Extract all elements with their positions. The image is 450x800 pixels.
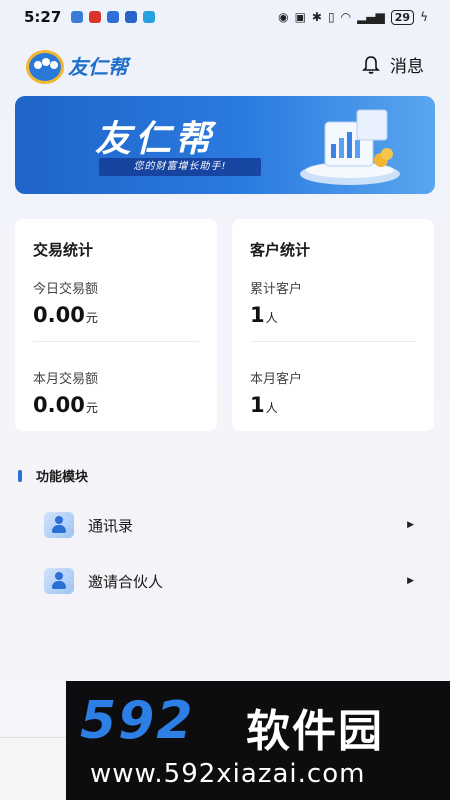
wifi-icon: ◠ bbox=[340, 10, 352, 24]
logo-text: 友仁帮 bbox=[68, 55, 128, 79]
month-customers-number: 1 bbox=[250, 393, 265, 417]
battery-icon: 29 bbox=[390, 9, 415, 25]
chevron-right-icon: ▶ bbox=[407, 576, 414, 586]
notification-app-icon bbox=[89, 11, 102, 23]
month-amount-value: 0.00元 bbox=[33, 393, 199, 417]
banner-title: 友仁帮 bbox=[95, 118, 216, 160]
card-title: 客户统计 bbox=[250, 241, 311, 259]
watermark-url: www.592xiazai.com bbox=[90, 759, 366, 789]
month-amount-label: 本月交易额 bbox=[33, 372, 99, 387]
person-unit: 人 bbox=[265, 311, 278, 325]
banner-subtitle: 您的财富增长助手! bbox=[99, 158, 261, 176]
charging-icon: ϟ bbox=[420, 10, 428, 24]
section-title: 功能模块 bbox=[36, 470, 89, 485]
currency-unit: 元 bbox=[85, 401, 98, 415]
function-item-invite-partner[interactable]: 邀请合伙人 ▶ bbox=[44, 566, 414, 596]
messages-button[interactable]: 消息 bbox=[362, 52, 424, 77]
transaction-stats-card: 交易统计 今日交易额 0.00元 本月交易额 0.00元 bbox=[15, 219, 217, 431]
notification-icons bbox=[71, 11, 156, 23]
total-customers-number: 1 bbox=[250, 303, 265, 327]
month-customers-value: 1人 bbox=[250, 393, 416, 417]
logo-people-icon bbox=[26, 50, 64, 84]
person-unit: 人 bbox=[265, 401, 278, 415]
app-header: 友仁帮 消息 bbox=[0, 44, 450, 88]
finance-illustration-icon bbox=[300, 109, 400, 185]
today-amount-number: 0.00 bbox=[33, 303, 85, 327]
status-indicators: ◉ ▣ ✱ ▯ ◠ ▂▄▆ 29 ϟ bbox=[278, 9, 428, 25]
today-amount-value: 0.00元 bbox=[33, 303, 199, 327]
watermark-name: 软件园 bbox=[246, 706, 384, 757]
total-customers-value: 1人 bbox=[250, 303, 416, 327]
currency-unit: 元 bbox=[85, 311, 98, 325]
signal-icon: ▂▄▆ bbox=[357, 10, 385, 24]
divider bbox=[250, 341, 416, 342]
month-amount-number: 0.00 bbox=[33, 393, 85, 417]
divider bbox=[33, 341, 199, 342]
total-customers-label: 累计客户 bbox=[250, 282, 303, 297]
vibrate-icon: ▯ bbox=[327, 10, 335, 24]
watermark-number: 592 bbox=[80, 691, 195, 751]
messages-label: 消息 bbox=[390, 57, 424, 77]
notification-app-icon bbox=[71, 11, 84, 23]
eye-icon: ◉ bbox=[278, 10, 289, 24]
function-label: 通讯录 bbox=[88, 516, 134, 535]
function-modules-heading: 功能模块 bbox=[18, 466, 88, 485]
chevron-right-icon: ▶ bbox=[407, 520, 414, 530]
nfc-icon: ▣ bbox=[294, 10, 306, 24]
bell-icon bbox=[362, 55, 380, 74]
today-amount-label: 今日交易额 bbox=[33, 282, 99, 297]
site-watermark: 592 软件园 www.592xiazai.com bbox=[66, 681, 450, 800]
promo-banner[interactable]: 友仁帮 您的财富增长助手! bbox=[15, 96, 435, 194]
card-title: 交易统计 bbox=[33, 241, 94, 259]
section-marker bbox=[18, 469, 22, 482]
notification-app-icon bbox=[107, 11, 120, 23]
bluetooth-icon: ✱ bbox=[311, 10, 322, 24]
invite-partner-icon bbox=[44, 568, 74, 594]
notification-app-icon bbox=[125, 11, 138, 23]
function-item-contacts[interactable]: 通讯录 ▶ bbox=[44, 510, 414, 540]
app-logo: 友仁帮 bbox=[26, 50, 128, 84]
status-bar: 5:27 ◉ ▣ ✱ ▯ ◠ ▂▄▆ 29 ϟ bbox=[0, 0, 450, 34]
status-time: 5:27 bbox=[24, 8, 62, 26]
function-label: 邀请合伙人 bbox=[88, 572, 164, 591]
notification-app-icon bbox=[143, 11, 156, 23]
contacts-icon bbox=[44, 512, 74, 538]
month-customers-label: 本月客户 bbox=[250, 372, 303, 387]
customer-stats-card: 客户统计 累计客户 1人 本月客户 1人 bbox=[232, 219, 434, 431]
divider bbox=[0, 737, 66, 738]
